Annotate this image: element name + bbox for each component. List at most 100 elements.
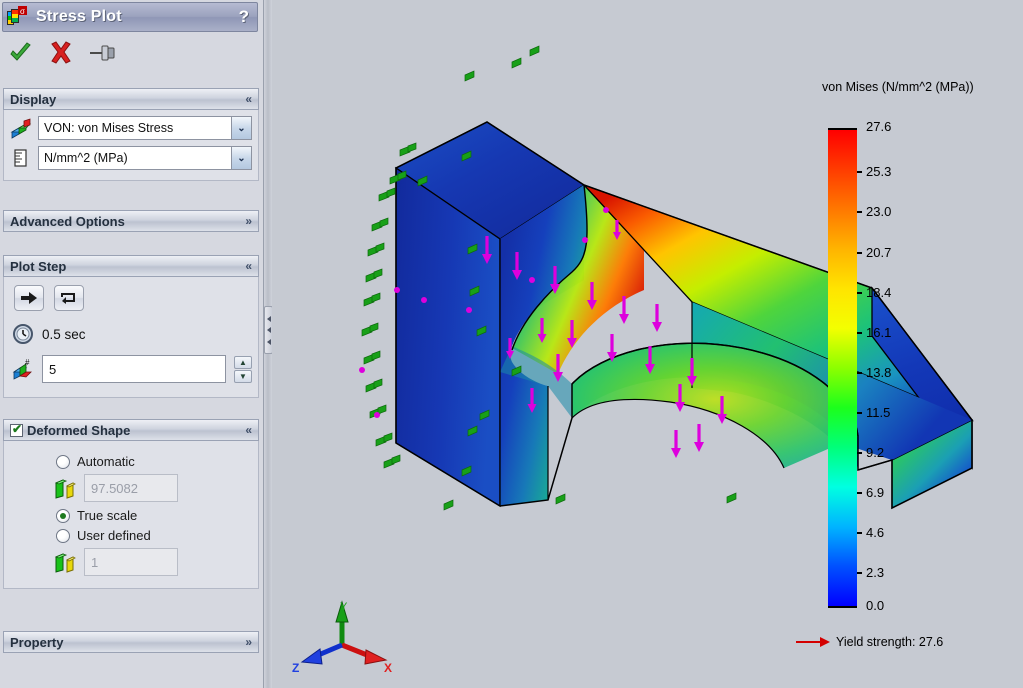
- legend-tick-9: 6.9: [857, 485, 884, 500]
- tick-dash: [857, 491, 862, 494]
- triad-z-arrowhead: [300, 648, 323, 665]
- radio-automatic[interactable]: [56, 454, 70, 469]
- section-display-body: VON: von Mises Stress ⌄ N/mm^2 (MPa) ⌄: [3, 110, 259, 181]
- section-display-header[interactable]: Display «: [3, 88, 259, 110]
- triad-z-label: Z: [292, 661, 299, 675]
- legend-tick-label: 18.4: [866, 285, 892, 300]
- deformed-shape-option-automatic[interactable]: Automatic: [56, 454, 252, 469]
- legend-tick-12: 0.0: [857, 598, 884, 613]
- legend-tick-6: 13.8: [857, 365, 891, 380]
- pin-button[interactable]: [88, 41, 115, 65]
- legend-color-bar[interactable]: [828, 128, 857, 608]
- section-deformed-shape-body: Automatic 97.5082 True scale User define…: [3, 441, 259, 589]
- stress-component-icon: [10, 117, 32, 139]
- section-deformed-shape-title: Deformed Shape: [27, 422, 131, 438]
- deformed-shape-checkbox[interactable]: [10, 422, 23, 437]
- legend-title: von Mises (N/mm^2 (MPa)): [822, 80, 974, 94]
- section-display-title: Display: [10, 91, 57, 107]
- plot-step-buttons-row: [14, 285, 252, 311]
- plot-step-time-value: 0.5 sec: [42, 326, 86, 342]
- chevron-left-icon: [266, 338, 271, 345]
- legend-tick-8: 9.2: [857, 445, 884, 460]
- user-scale-input[interactable]: 1: [84, 548, 178, 576]
- legend-tick-5: 16.1: [857, 325, 891, 340]
- legend-tick-4: 18.4: [857, 285, 891, 300]
- legend-tick-10: 4.6: [857, 525, 884, 540]
- tick-dash: [857, 291, 862, 294]
- play-button[interactable]: [14, 285, 44, 311]
- chevron-up-icon[interactable]: «: [245, 423, 252, 437]
- tick-dash: [857, 251, 862, 254]
- yield-strength-label: Yield strength: 27.6: [836, 635, 944, 649]
- chevron-up-icon[interactable]: «: [245, 92, 252, 106]
- triad-y-label: Y: [340, 601, 348, 613]
- ok-button[interactable]: [8, 41, 34, 65]
- deformed-shape-option-user-defined[interactable]: User defined: [56, 528, 252, 543]
- legend-tick-label: 23.0: [866, 204, 892, 219]
- user-scale-row: 1: [54, 548, 252, 576]
- legend-tick-label: 0.0: [866, 598, 885, 613]
- model-edge-arm-notch: [857, 459, 893, 471]
- coordinate-triad[interactable]: Y X Z: [290, 600, 400, 680]
- legend-tick-label: 9.2: [866, 445, 885, 460]
- legend-tick-1: 25.3: [857, 164, 891, 179]
- help-icon[interactable]: ?: [239, 7, 249, 27]
- tick-dash: [857, 451, 862, 454]
- plot-step-increment-button[interactable]: ▲: [234, 355, 252, 369]
- radio-true-scale-label: True scale: [77, 508, 138, 523]
- tick-dash: [857, 411, 862, 414]
- window-title: Stress Plot: [36, 8, 122, 25]
- section-advanced-options: Advanced Options »: [3, 210, 259, 232]
- stress-component-select[interactable]: VON: von Mises Stress ⌄: [38, 116, 252, 140]
- loop-button[interactable]: [54, 285, 84, 311]
- tick-dash: [857, 531, 862, 534]
- radio-user-defined[interactable]: [56, 528, 70, 543]
- section-advanced-options-header[interactable]: Advanced Options »: [3, 210, 259, 232]
- svg-text:#: #: [25, 358, 30, 367]
- panel-splitter[interactable]: [264, 0, 273, 688]
- display-units-row: N/mm^2 (MPa) ⌄: [10, 146, 252, 170]
- triad-x-arrowhead: [364, 649, 388, 665]
- automatic-scale-row: 97.5082: [54, 474, 252, 502]
- chevron-down-icon[interactable]: ⌄: [231, 117, 251, 139]
- legend-tick-7: 11.5: [857, 405, 890, 420]
- property-manager-panel: σ Stress Plot ? Display « VON: von Mises…: [0, 0, 264, 688]
- section-advanced-options-title: Advanced Options: [10, 213, 125, 229]
- legend-tick-label: 6.9: [866, 485, 885, 500]
- chevron-up-icon[interactable]: «: [245, 259, 252, 273]
- section-property-title: Property: [10, 634, 64, 650]
- radio-true-scale[interactable]: [56, 508, 70, 523]
- section-deformed-shape: Deformed Shape « Automatic 97.508: [3, 419, 259, 589]
- triad-x-label: X: [384, 661, 392, 675]
- section-plot-step-title: Plot Step: [10, 258, 67, 274]
- automatic-scale-value: 97.5082: [91, 480, 138, 496]
- tick-dash: [857, 331, 862, 334]
- graphics-viewport[interactable]: von Mises (N/mm^2 (MPa)) 27.6 25.3 23.0 …: [272, 0, 1023, 688]
- section-plot-step-body: 0.5 sec # 5 ▲ ▼: [3, 277, 259, 398]
- section-plot-step-header[interactable]: Plot Step «: [3, 255, 259, 277]
- units-select[interactable]: N/mm^2 (MPa) ⌄: [38, 146, 252, 170]
- deformed-shape-option-true-scale[interactable]: True scale: [56, 508, 252, 523]
- legend-tick-label: 13.8: [866, 365, 892, 380]
- plot-step-decrement-button[interactable]: ▼: [234, 369, 252, 383]
- stress-plot-model[interactable]: [272, 0, 1023, 688]
- tick-dash: [857, 571, 862, 574]
- chevron-down-icon[interactable]: »: [245, 635, 252, 649]
- plot-step-value: 5: [49, 361, 57, 377]
- chevron-down-icon[interactable]: »: [245, 214, 252, 228]
- stress-plot-icon: σ: [6, 5, 32, 29]
- legend-tick-3: 20.7: [857, 245, 891, 260]
- chevron-left-icon: [266, 327, 271, 333]
- clock-icon: [12, 323, 34, 345]
- cancel-button[interactable]: [48, 41, 74, 65]
- plot-step-input[interactable]: 5: [42, 355, 226, 383]
- section-display: Display « VON: von Mises Stress ⌄ N/mm^2…: [3, 88, 259, 181]
- chevron-left-icon: [266, 315, 271, 322]
- section-deformed-shape-header[interactable]: Deformed Shape «: [3, 419, 259, 441]
- legend-tick-2: 23.0: [857, 204, 891, 219]
- scale-bars-icon: [54, 477, 76, 499]
- section-property-header[interactable]: Property »: [3, 631, 259, 653]
- yield-arrow-icon: [796, 637, 830, 647]
- window-title-bar: σ Stress Plot ?: [2, 2, 258, 32]
- chevron-down-icon[interactable]: ⌄: [231, 147, 251, 169]
